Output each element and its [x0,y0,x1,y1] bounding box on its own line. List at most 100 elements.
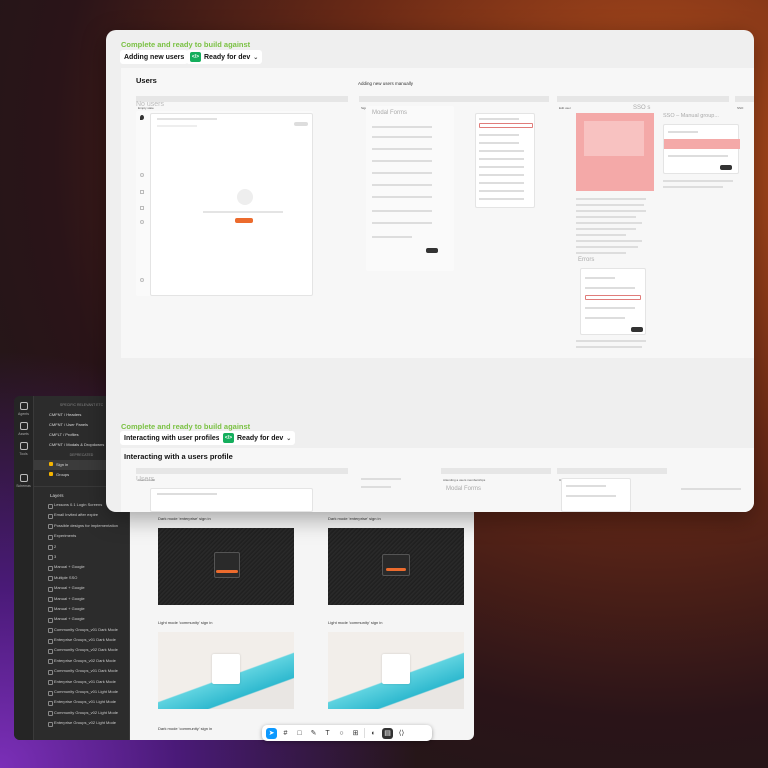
frame-name-pill[interactable]: Adding new users [120,50,189,64]
layer-item[interactable]: Manual + Google [34,583,129,593]
code-icon: </> [223,433,234,443]
layer-item[interactable]: Manual + Google [34,562,129,572]
errors-heading: Errors [578,257,595,263]
dark-signin-preview[interactable] [328,528,464,605]
layer-item[interactable]: Enterprise Groups_v01 Light Mode [34,697,129,707]
users-empty-card[interactable] [150,113,313,296]
layer-item[interactable]: Manual + Google [34,604,129,614]
empty-heading: No users [136,101,165,108]
page-label: Sign in [56,462,69,467]
screen-label: Dark mode 'enterprise' sign in [158,516,211,521]
chevron-down-icon: ⌄ [286,435,292,442]
sso-heading: SSO s [633,105,651,111]
page-label: CMFNT / User Panels [49,422,89,427]
layer-item[interactable]: Community Groups_v02 Light Mode [34,708,129,718]
error-form-preview[interactable] [580,268,646,335]
page-color-icon [49,462,53,466]
tools-button[interactable]: Tools [14,442,33,456]
error-annotation [576,113,654,191]
column-header: Edit user [557,96,729,110]
toolbar-divider [364,728,365,738]
layers-list: Lessons 0.1 Login Screens Email Invited a… [34,500,129,729]
shape-tool-icon[interactable]: □ [294,728,305,739]
save-button[interactable] [720,165,732,170]
layer-item[interactable]: Manual + Google [34,594,129,604]
frame-title: Interacting with a users profile [124,452,233,461]
users-frame[interactable]: Users Adding new users manually Empty st… [121,68,754,358]
page-label: Groups [56,472,70,477]
status-label: Complete and ready to build against [121,422,251,431]
empty-illustration-icon [237,189,253,205]
pin-icon [140,115,144,120]
column-header: Empty state [136,96,348,110]
layer-item[interactable]: Enterprise Groups_v02 Light Mode [34,718,129,728]
assets-icon [19,422,28,430]
modal-heading: Modal Forms [372,110,408,116]
layer-item[interactable]: Enterprise Groups_v02 Dark Mode [34,656,129,666]
agents-icon [19,402,28,410]
users-heading: Users [136,476,155,483]
layer-item[interactable]: Enterprise Groups_v01 Dark Mode [34,635,129,645]
frame-name-pill[interactable]: Interacting with user profiles [120,431,224,445]
layer-item[interactable]: Community Groups_v01 Light Mode [34,687,129,697]
screen-label: Light mode 'community' sign in [158,620,213,625]
pen-tool-icon[interactable]: ✎ [308,728,319,739]
layer-item[interactable]: Community Groups_v01 Dark Mode [34,625,129,635]
status-label: Complete and ready to build against [121,40,251,49]
sso-form-preview[interactable] [663,124,740,174]
page-color-icon [49,472,53,476]
column-header: Users modal [136,468,348,482]
layer-item[interactable]: 3 [34,552,129,562]
ready-for-dev-button[interactable]: </> Ready for dev ⌄ [186,50,263,64]
light-signin-preview[interactable] [158,632,294,709]
comment-tool-icon[interactable]: ○ [336,728,347,739]
light-signin-preview[interactable] [328,632,464,709]
text-tool-icon[interactable]: T [322,728,333,739]
layer-item[interactable]: Possible designs for implementation [34,521,129,531]
screen-label: Dark mode 'community' sign in [158,726,213,731]
dark-signin-preview[interactable] [158,528,294,605]
frame-tool-icon[interactable]: # [280,728,291,739]
layer-item[interactable]: Enterprise Groups_v01 Dark Mode [34,677,129,687]
chevron-down-icon: ⌄ [253,54,259,61]
bottom-toolbar: ➤ # □ ✎ T ○ ⊞ ◐ ▤ ⟨⟩ [262,725,432,741]
profiles-frame[interactable]: Interacting with a users profile Users m… [121,448,754,512]
save-button[interactable] [631,327,643,332]
ready-for-dev-button[interactable]: </> Ready for dev ⌄ [219,431,296,445]
layer-item[interactable]: Multiple SSO [34,573,129,583]
agents-button[interactable]: Agents [14,402,33,416]
schemas-icon [19,474,28,482]
schemas-button[interactable]: Schemas [14,474,33,488]
layer-item[interactable]: Community Groups_v02 Dark Mode [34,645,129,655]
column-header: Attending a users memberships [441,468,551,482]
layer-item[interactable]: Manual + Google [34,614,129,624]
code-icon[interactable]: ⟨⟩ [396,728,407,739]
frame-title: Users [136,76,157,85]
move-tool-icon[interactable]: ➤ [266,727,277,739]
screen-label: Light mode 'community' sign in [328,620,383,625]
subtitle: Adding new users manually [358,81,414,86]
layers-toggle-icon[interactable]: ▤ [382,727,393,739]
main-canvas-window: Complete and ready to build against Addi… [106,30,754,512]
tools-icon [19,442,28,450]
code-icon: </> [190,52,201,62]
sso-manual-heading: SSO – Manual group... [663,113,719,119]
column-header: SSO [735,96,754,110]
user-details-preview[interactable] [561,478,631,512]
column-header: User details modal [557,468,667,482]
page-label: CMFLT / Profiles [49,432,79,437]
assets-button[interactable]: Assets [14,422,33,436]
modal-form-preview[interactable]: Modal Forms [366,106,454,271]
modal-heading: Modal Forms [446,486,482,492]
dropdown-preview[interactable] [475,113,535,208]
layer-item[interactable]: 2 [34,542,129,552]
page-label: CMFNT / Headers [49,412,82,417]
users-page-preview[interactable] [150,488,313,512]
dev-mode-icon[interactable]: ◐ [368,728,379,739]
layer-item[interactable]: Experiments [34,531,129,541]
add-user-button[interactable] [235,218,253,223]
save-button[interactable] [426,248,438,253]
layer-item[interactable]: Community Groups_v01 Dark Mode [34,666,129,676]
actions-tool-icon[interactable]: ⊞ [350,728,361,739]
page-label: DEPRECATED [69,453,94,457]
